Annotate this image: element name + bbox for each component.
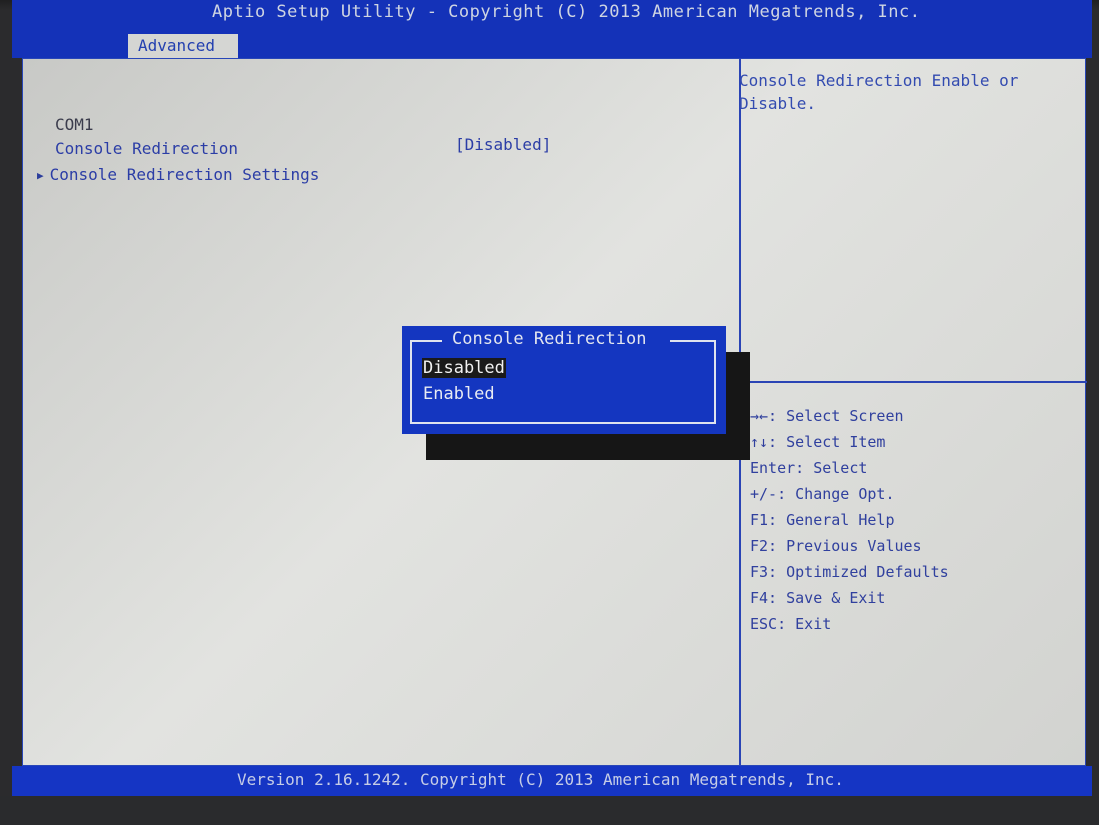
console-redirection-settings-label: Console Redirection Settings — [49, 165, 320, 184]
monitor-bezel — [0, 796, 1099, 825]
version-text: Version 2.16.1242. Copyright (C) 2013 Am… — [237, 770, 844, 789]
app-title: Aptio Setup Utility - Copyright (C) 2013… — [212, 2, 921, 22]
panel-divider-horizontal — [741, 381, 1087, 383]
key-help-select-item: ↑↓: Select Item — [750, 433, 886, 451]
version-footer: Version 2.16.1242. Copyright (C) 2013 Am… — [12, 766, 1092, 796]
submenu-arrow-icon: ▶ — [37, 169, 44, 182]
popup-frame — [410, 340, 716, 424]
key-help-esc: ESC: Exit — [750, 615, 832, 633]
title-bar: Aptio Setup Utility - Copyright (C) 2013… — [12, 0, 1092, 58]
console-redirection-label[interactable]: Console Redirection — [55, 139, 238, 158]
key-help-enter: Enter: Select — [750, 459, 868, 477]
section-label-com1: COM1 — [55, 115, 94, 134]
key-help-f3: F3: Optimized Defaults — [750, 563, 949, 581]
console-redirection-popup: Console Redirection Disabled Enabled — [402, 326, 726, 434]
popup-frame-top-right — [670, 340, 716, 342]
key-help-select-screen: →←: Select Screen — [750, 407, 904, 425]
console-redirection-settings-item[interactable]: ▶ Console Redirection Settings — [37, 165, 319, 184]
key-help-f4: F4: Save & Exit — [750, 589, 886, 607]
key-help-f1: F1: General Help — [750, 511, 895, 529]
key-help-list: →←: Select Screen ↑↓: Select Item Enter:… — [750, 403, 949, 637]
popup-option-disabled[interactable]: Disabled — [422, 358, 506, 378]
popup-title: Console Redirection — [452, 329, 647, 349]
help-description: Console Redirection Enable or Disable. — [739, 71, 1019, 113]
key-help-f2: F2: Previous Values — [750, 537, 922, 555]
popup-frame-top-left — [410, 340, 442, 342]
key-help-change-opt: +/-: Change Opt. — [750, 485, 895, 503]
console-redirection-value[interactable]: [Disabled] — [455, 135, 551, 154]
tab-advanced[interactable]: Advanced — [128, 34, 238, 58]
bios-screen: Aptio Setup Utility - Copyright (C) 2013… — [0, 0, 1099, 825]
popup-option-enabled[interactable]: Enabled — [422, 384, 496, 404]
